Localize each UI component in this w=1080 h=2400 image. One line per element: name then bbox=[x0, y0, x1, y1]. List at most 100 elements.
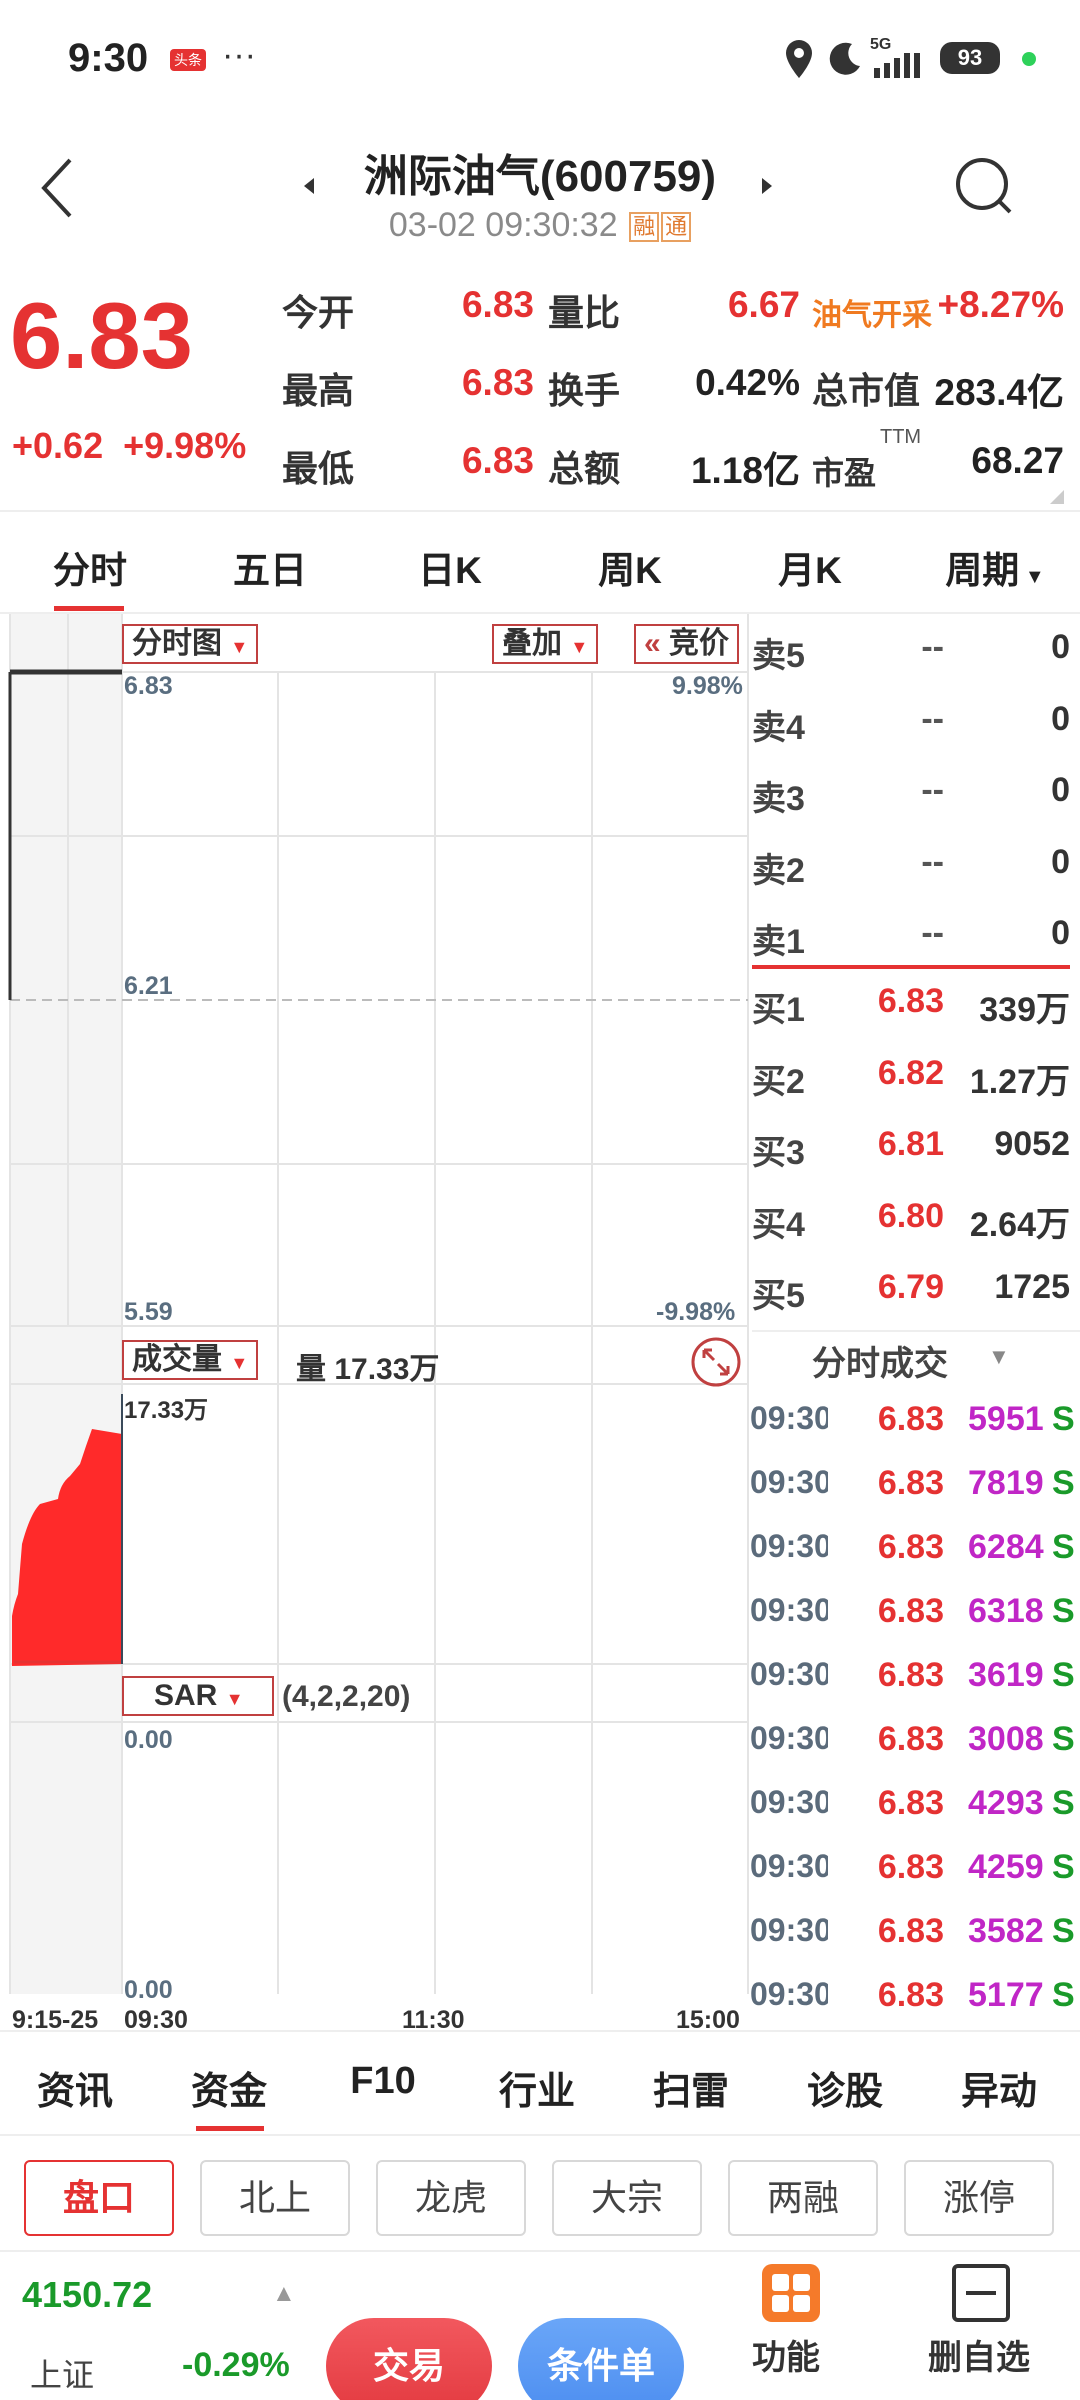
order-book: 卖5 -- 0 卖4 -- 0 卖3 -- 0 卖2 -- 0 卖1 -- 0 买1 6.83 339万买2 6.8… bbox=[750, 614, 1080, 1334]
order-level-label: 买3 bbox=[752, 1134, 805, 1172]
order-book-row[interactable]: 卖4 -- 0 bbox=[750, 688, 1080, 748]
chevron-down-icon[interactable]: ▼ bbox=[988, 1344, 1010, 1370]
tab-period[interactable]: 周期 ▼ bbox=[920, 540, 1070, 594]
order-book-row[interactable]: 买4 6.80 2.64万 bbox=[750, 1185, 1080, 1245]
tab-monthly-k[interactable]: 月K bbox=[740, 540, 880, 594]
subtab-northbound[interactable]: 北上 bbox=[200, 2160, 350, 2236]
ttm-sup: TTM bbox=[880, 426, 922, 448]
trade-side: S bbox=[1052, 1592, 1075, 1630]
intraday-chart[interactable] bbox=[0, 614, 750, 1994]
condition-order-button[interactable]: 条件单 bbox=[518, 2318, 684, 2400]
quote-label: 总市值 bbox=[812, 370, 921, 411]
quote-label: 换手 bbox=[548, 370, 621, 411]
expand-icon[interactable] bbox=[690, 1336, 742, 1388]
order-book-row[interactable]: 买5 6.79 1725 bbox=[750, 1256, 1080, 1316]
divider bbox=[0, 2134, 1080, 2136]
tab-weekly-k[interactable]: 周K bbox=[560, 540, 700, 594]
subtab-block-trade[interactable]: 大宗 bbox=[552, 2160, 702, 2236]
indicator-dropdown[interactable]: SAR ▼ bbox=[122, 1676, 274, 1716]
trade-volume: 3008 bbox=[968, 1720, 1044, 1758]
trade-side: S bbox=[1052, 1976, 1075, 2014]
trade-price: 6.83 bbox=[877, 1976, 944, 2014]
trade-time: 09:30 bbox=[750, 1656, 828, 1692]
status-time: 9:30 bbox=[68, 36, 149, 80]
trade-side: S bbox=[1052, 1528, 1075, 1566]
tab-news[interactable]: 资讯 bbox=[0, 2060, 150, 2115]
order-level-label: 买5 bbox=[752, 1277, 805, 1315]
order-book-row[interactable]: 卖3 -- 0 bbox=[750, 759, 1080, 819]
index-name: 上证 bbox=[30, 2357, 95, 2393]
trade-price: 6.83 bbox=[877, 1464, 944, 1502]
trade-volume: 7819 bbox=[968, 1464, 1044, 1502]
margin-tag: 融 bbox=[629, 212, 660, 243]
order-book-row[interactable]: 买3 6.81 9052 bbox=[750, 1113, 1080, 1173]
trade-price: 6.83 bbox=[877, 1912, 944, 1950]
tab-diagnosis[interactable]: 诊股 bbox=[770, 2060, 920, 2115]
trades-title[interactable]: 分时成交 bbox=[812, 1336, 948, 1385]
quote-label: 量比 bbox=[548, 292, 621, 333]
order-book-row[interactable]: 卖5 -- 0 bbox=[750, 616, 1080, 676]
trade-price: 6.83 bbox=[877, 1592, 944, 1630]
double-chevron-left-icon: « bbox=[644, 627, 661, 660]
order-book-row[interactable]: 买1 6.83 339万 bbox=[750, 970, 1080, 1030]
subtab-orderbook[interactable]: 盘口 bbox=[24, 2160, 174, 2236]
index-value[interactable]: 4150.72 bbox=[22, 2274, 152, 2316]
sector-label[interactable]: 油气开采 bbox=[812, 290, 932, 334]
next-stock-icon[interactable] bbox=[760, 176, 774, 196]
quote-value: 6.83 bbox=[461, 362, 534, 403]
trade-volume: 6318 bbox=[968, 1592, 1044, 1630]
order-level-label: 买2 bbox=[752, 1062, 805, 1101]
subtab-dragon-tiger[interactable]: 龙虎 bbox=[376, 2160, 526, 2236]
tab-movement[interactable]: 异动 bbox=[924, 2060, 1074, 2115]
quote-value: 68.27 bbox=[971, 440, 1064, 481]
function-icon[interactable] bbox=[760, 2262, 822, 2324]
tab-intraday[interactable]: 分时 bbox=[20, 540, 160, 594]
tab-capital[interactable]: 资金 bbox=[154, 2060, 304, 2115]
tab-daily-k[interactable]: 日K bbox=[380, 540, 520, 594]
stock-title: 洲际油气(600759) bbox=[363, 152, 717, 201]
overlay-dropdown[interactable]: 叠加 ▼ bbox=[492, 624, 599, 664]
trade-volume: 5951 bbox=[968, 1400, 1044, 1438]
search-icon[interactable] bbox=[952, 154, 1016, 218]
price-mid-label: 6.21 bbox=[124, 972, 173, 1000]
indicator-high-label: 0.00 bbox=[124, 1726, 173, 1754]
quote-label: 最低 bbox=[282, 448, 355, 489]
trade-volume: 4259 bbox=[968, 1848, 1044, 1886]
subtab-limit-up[interactable]: 涨停 bbox=[904, 2160, 1054, 2236]
order-price: 6.82 bbox=[877, 1053, 944, 1092]
trade-row: 09:30 6.83 5177 S bbox=[750, 1966, 1080, 2026]
trade-side: S bbox=[1052, 1720, 1075, 1758]
quote-label: 最高 bbox=[282, 370, 355, 411]
auction-toggle-button[interactable]: « 竞价 bbox=[634, 624, 740, 664]
subtab-margin[interactable]: 两融 bbox=[728, 2160, 878, 2236]
tab-f10[interactable]: F10 bbox=[308, 2060, 458, 2103]
trade-row: 09:30 6.83 6284 S bbox=[750, 1518, 1080, 1578]
trades-list: 09:30 6.83 5951 S 09:30 6.83 7819 S 09:30 6.83 628… bbox=[750, 1390, 1080, 2020]
trade-row: 09:30 6.83 7819 S bbox=[750, 1454, 1080, 1514]
index-pct: -0.29% bbox=[182, 2346, 290, 2384]
order-price: -- bbox=[921, 771, 944, 809]
order-book-row[interactable]: 卖2 -- 0 bbox=[750, 831, 1080, 891]
order-level-label: 买4 bbox=[752, 1205, 805, 1244]
tab-risk-scan[interactable]: 扫雷 bbox=[616, 2060, 766, 2115]
order-level-label: 卖4 bbox=[752, 708, 805, 747]
remove-watchlist-icon[interactable] bbox=[950, 2262, 1012, 2324]
trade-row: 09:30 6.83 5951 S bbox=[750, 1390, 1080, 1450]
order-volume: 2.64万 bbox=[969, 1205, 1070, 1244]
trade-button[interactable]: 交易 bbox=[326, 2318, 492, 2400]
volume-dropdown[interactable]: 成交量 ▼ bbox=[122, 1340, 259, 1380]
sector-change: +8.27% bbox=[937, 284, 1064, 325]
order-book-row[interactable]: 卖1 -- 0 bbox=[750, 902, 1080, 962]
tab-industry[interactable]: 行业 bbox=[462, 2060, 612, 2115]
quote-value: 0.42% bbox=[695, 362, 800, 403]
remove-watchlist-label[interactable]: 删自选 bbox=[928, 2330, 1030, 2379]
chart-type-dropdown[interactable]: 分时图 ▼ bbox=[122, 624, 259, 664]
quote-label: 总额 bbox=[548, 448, 621, 489]
trade-time: 09:30 bbox=[750, 1848, 828, 1884]
divider bbox=[752, 1330, 1080, 1332]
tab-five-day[interactable]: 五日 bbox=[200, 540, 340, 594]
order-price: 6.81 bbox=[877, 1125, 944, 1163]
function-label[interactable]: 功能 bbox=[752, 2330, 820, 2379]
order-book-row[interactable]: 买2 6.82 1.27万 bbox=[750, 1042, 1080, 1102]
trade-time: 09:30 bbox=[750, 1592, 828, 1628]
